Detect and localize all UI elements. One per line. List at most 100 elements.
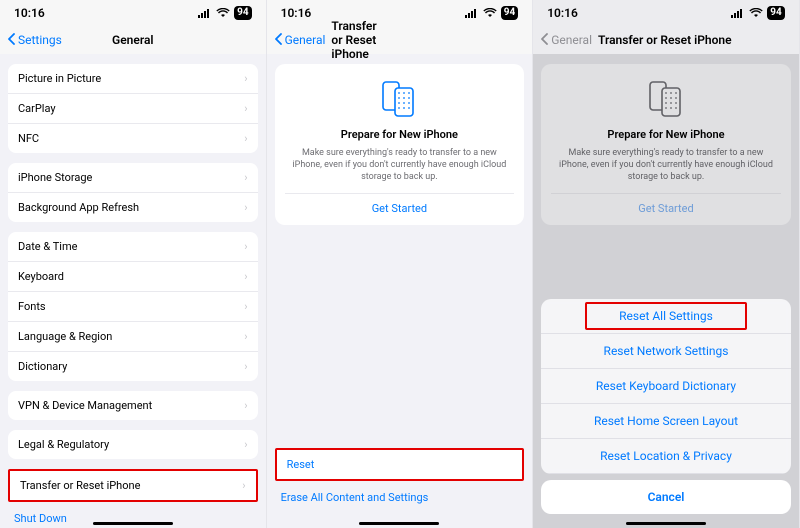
back-button[interactable]: General — [275, 33, 326, 48]
wifi-icon — [749, 8, 763, 18]
reset-action-sheet: Reset All Settings Reset Network Setting… — [541, 299, 791, 520]
status-time: 10:16 — [547, 6, 578, 20]
reset-label: Reset — [287, 458, 315, 471]
row-keyboard[interactable]: Keyboard › — [8, 262, 258, 292]
chevron-left-icon — [8, 33, 16, 48]
sheet-options: Reset All Settings Reset Network Setting… — [541, 299, 791, 474]
erase-all-button[interactable]: Erase All Content and Settings — [267, 485, 533, 510]
row-iphone-storage[interactable]: iPhone Storage › — [8, 163, 258, 193]
content-scroll: Prepare for New iPhone Make sure everyth… — [533, 54, 799, 528]
row-nfc[interactable]: NFC› — [8, 124, 258, 153]
row-carplay[interactable]: CarPlay › — [8, 94, 258, 124]
back-button[interactable]: General — [541, 33, 592, 48]
prepare-phones-icon — [285, 78, 515, 118]
status-bar: 10:16 94 — [0, 0, 266, 26]
row-language-region[interactable]: Language & Region› — [8, 322, 258, 352]
settings-group: Legal & Regulatory › — [8, 430, 258, 459]
chevron-right-icon: › — [244, 240, 247, 253]
prepare-card: Prepare for New iPhone Make sure everyth… — [275, 64, 525, 225]
cancel-button[interactable]: Cancel — [541, 480, 791, 514]
highlight-reset: Reset — [275, 448, 525, 481]
chevron-right-icon: › — [244, 102, 247, 115]
status-right: 94 — [731, 6, 784, 20]
bottom-actions: Reset Erase All Content and Settings — [267, 438, 533, 520]
chevron-right-icon: › — [244, 270, 247, 283]
panel-transfer-reset: 10:16 94 General Transfer or Reset iPhon… — [267, 0, 534, 528]
highlight-transfer-or-reset: Transfer or Reset iPhone › — [8, 469, 258, 502]
battery-icon: 94 — [234, 6, 251, 20]
chevron-right-icon: › — [244, 438, 247, 451]
status-right: 94 — [465, 6, 518, 20]
status-time: 10:16 — [14, 6, 45, 20]
reset-button[interactable]: Reset — [277, 450, 523, 479]
status-right: 94 — [198, 6, 251, 20]
content-scroll[interactable]: Picture in Picture› CarPlay› NFC› iPhone… — [0, 54, 266, 528]
reset-location-privacy-button[interactable]: Reset Location & Privacy — [541, 439, 791, 474]
chevron-right-icon: › — [244, 360, 247, 373]
back-label: General — [551, 33, 592, 47]
row-label: Date & Time — [18, 240, 77, 253]
status-bar: 10:16 94 — [533, 0, 799, 26]
nav-bar: General Transfer or Reset iPhone — [533, 26, 799, 54]
cellular-icon — [198, 8, 212, 18]
settings-group: VPN & Device Management › — [8, 391, 258, 420]
chevron-right-icon: › — [244, 171, 247, 184]
battery-icon: 94 — [501, 6, 518, 20]
row-date-time[interactable]: Date & Time › — [8, 232, 258, 262]
back-label: General — [285, 33, 326, 47]
wifi-icon — [216, 8, 230, 18]
cellular-icon — [731, 8, 745, 18]
row-transfer-or-reset-iphone[interactable]: Transfer or Reset iPhone › — [10, 471, 256, 500]
row-label: Keyboard — [18, 270, 64, 283]
row-label: Transfer or Reset iPhone — [20, 479, 140, 492]
nav-bar: Settings General — [0, 26, 266, 54]
chevron-right-icon: › — [244, 72, 247, 85]
row-fonts[interactable]: Fonts › — [8, 292, 258, 322]
chevron-left-icon — [541, 33, 549, 48]
row-label: CarPlay — [18, 102, 56, 115]
back-button[interactable]: Settings — [8, 33, 62, 48]
home-indicator[interactable] — [359, 522, 439, 525]
get-started-button[interactable]: Get Started — [285, 193, 515, 215]
status-time: 10:16 — [281, 6, 312, 20]
row-label: NFC — [18, 132, 39, 145]
row-dictionary[interactable]: Dictionary › — [8, 352, 258, 381]
prepare-title: Prepare for New iPhone — [285, 128, 515, 141]
row-label: Legal & Regulatory — [18, 438, 109, 451]
reset-network-settings-button[interactable]: Reset Network Settings — [541, 334, 791, 369]
row-label: Picture in Picture — [18, 72, 101, 85]
content-scroll[interactable]: Prepare for New iPhone Make sure everyth… — [267, 54, 533, 528]
nav-title: Transfer or Reset iPhone — [598, 33, 732, 47]
chevron-right-icon: › — [244, 300, 247, 313]
panel-general: 10:16 94 Settings General Picture in Pic… — [0, 0, 267, 528]
row-label: iPhone Storage — [18, 171, 92, 184]
prepare-description: Make sure everything's ready to transfer… — [285, 147, 515, 183]
row-label: Fonts — [18, 300, 46, 313]
home-indicator[interactable] — [93, 522, 173, 525]
reset-keyboard-dictionary-button[interactable]: Reset Keyboard Dictionary — [541, 369, 791, 404]
settings-group: iPhone Storage › Background App Refresh › — [8, 163, 258, 222]
row-background-app-refresh[interactable]: Background App Refresh › — [8, 193, 258, 222]
row-vpn-device-management[interactable]: VPN & Device Management › — [8, 391, 258, 420]
reset-home-screen-layout-button[interactable]: Reset Home Screen Layout — [541, 404, 791, 439]
home-indicator[interactable] — [626, 522, 706, 525]
back-label: Settings — [18, 33, 62, 47]
status-bar: 10:16 94 — [267, 0, 533, 26]
panel-reset-sheet: 10:16 94 General Transfer or Reset iPhon… — [533, 0, 800, 528]
row-label: Background App Refresh — [18, 201, 139, 214]
row-legal-regulatory[interactable]: Legal & Regulatory › — [8, 430, 258, 459]
chevron-right-icon: › — [244, 201, 247, 214]
reset-all-settings-button[interactable]: Reset All Settings — [541, 299, 791, 334]
battery-icon: 94 — [767, 6, 784, 20]
cellular-icon — [465, 8, 479, 18]
chevron-right-icon: › — [242, 479, 245, 492]
settings-group: Picture in Picture › CarPlay › NFC› — [8, 64, 258, 153]
row-picture-in-picture[interactable]: Picture in Picture › — [8, 64, 258, 94]
row-label: VPN & Device Management — [18, 399, 152, 412]
wifi-icon — [483, 8, 497, 18]
row-label: Dictionary — [18, 360, 67, 373]
chevron-right-icon: › — [244, 330, 247, 343]
chevron-right-icon: › — [244, 399, 247, 412]
chevron-left-icon — [275, 33, 283, 48]
settings-group: Date & Time › Keyboard › Fonts › Language &… — [8, 232, 258, 381]
